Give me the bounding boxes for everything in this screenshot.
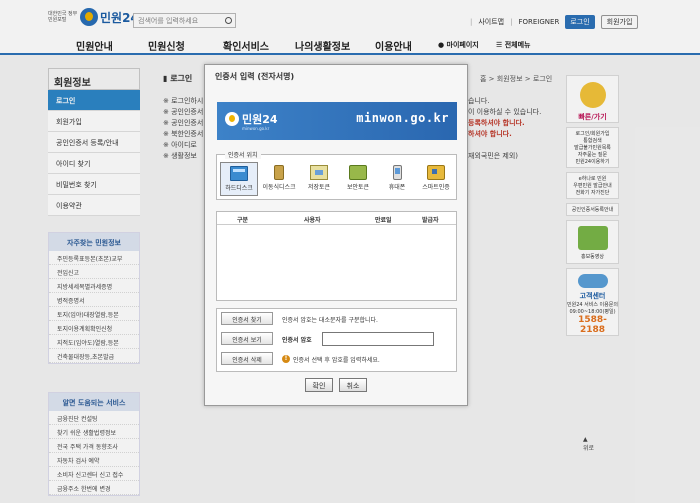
cert-dialog: 인증서 입력 (전자서명) 민원24 minwon.go.kr minwon.g… [204,64,468,406]
warn-note: 인증서 선택 후 암호를 입력하세요. [293,357,380,364]
column-issuer: 발급자 [422,217,439,224]
location-label: 이동식디스크 [262,184,296,191]
location-phone[interactable]: 휴대폰 [378,162,416,196]
banner-url: minwon.go.kr [356,111,449,125]
view-cert-button[interactable]: 인증서 보기 [221,332,273,345]
location-label: 스마트인증 [422,184,450,191]
cert-control-panel: 인증서 찾기 인증서 암호는 대소문자를 구분합니다. 인증서 보기 인증서 암… [216,308,457,372]
phone-icon [392,165,402,180]
delete-cert-button[interactable]: 인증서 삭제 [221,352,273,365]
harddisk-icon [230,166,248,181]
location-removable[interactable]: 이동식디스크 [260,162,298,196]
password-label: 인증서 암호 [282,337,312,344]
banner-name: 민원24 [242,113,278,126]
cert-list-table[interactable]: 구분 사용자 만료일 발급자 [216,211,457,301]
banner-logo: 민원24 [225,111,278,127]
security-token-icon [349,165,367,180]
location-storage-token[interactable]: 저장토큰 [300,162,338,196]
usb-icon [274,165,284,180]
column-user: 사용자 [304,217,321,224]
column-expiry: 만료일 [375,217,392,224]
cancel-button[interactable]: 취소 [339,378,367,392]
find-cert-button[interactable]: 인증서 찾기 [221,312,273,325]
storage-token-icon [310,165,328,180]
location-security-token[interactable]: 보안토큰 [339,162,377,196]
case-sensitive-note: 인증서 암호는 대소문자를 구분합니다. [282,317,378,324]
warning-icon: ! [282,355,290,363]
location-label: 보안토큰 [346,184,370,191]
location-harddisk[interactable]: 하드디스크 [220,162,258,196]
smart-cert-icon [427,165,445,180]
table-header: 구분 사용자 만료일 발급자 [217,212,456,225]
cert-location-group: 인증서 위치 하드디스크 이동식디스크 저장토큰 보안토큰 휴대폰 스마트인증 [216,150,457,200]
location-smart[interactable]: 스마트인증 [417,162,455,196]
dialog-banner: 민원24 minwon.go.kr minwon.go.kr [217,102,457,140]
column-type: 구분 [237,217,249,224]
location-label: 저장토큰 [307,184,331,191]
cert-password-input[interactable] [322,332,434,346]
location-legend: 인증서 위치 [225,150,261,159]
banner-logo-icon [225,112,239,126]
location-label: 하드디스크 [225,185,253,192]
ok-button[interactable]: 확인 [305,378,333,392]
location-label: 휴대폰 [388,184,406,191]
banner-subtitle: minwon.go.kr [242,126,270,131]
dialog-title: 인증서 입력 (전자서명) [215,72,295,81]
